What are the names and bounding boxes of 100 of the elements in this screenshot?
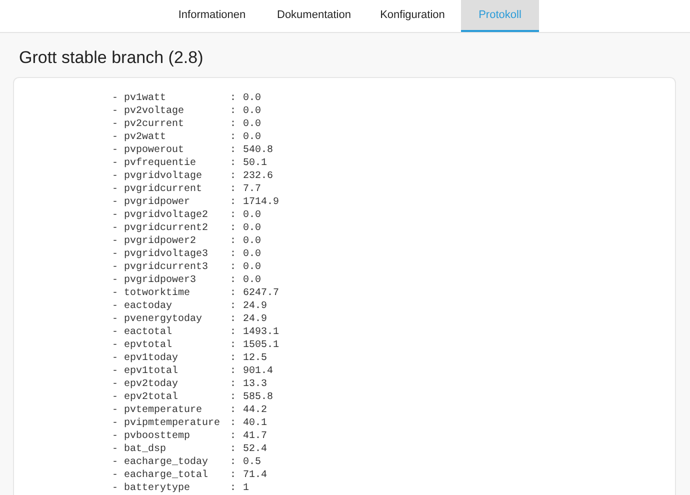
log-separator: : [230,379,238,392]
log-key: pvgridvoltage2 [124,210,230,223]
log-separator: : [230,340,238,353]
list-bullet: - [112,444,120,457]
list-bullet: - [112,223,120,236]
log-separator: : [230,405,238,418]
list-bullet: - [112,405,120,418]
log-value: 0.0 [243,93,262,106]
log-separator: : [230,184,238,197]
log-key: eactotal [124,327,230,340]
log-value: 232.6 [243,171,274,184]
list-bullet: - [112,119,120,132]
log-value: 50.1 [243,158,268,171]
log-value: 0.0 [243,223,262,236]
list-bullet: - [112,93,120,106]
list-bullet: - [112,470,120,483]
log-key: epv1total [124,366,230,379]
log-key: eactoday [124,301,230,314]
log-value: 13.3 [243,379,268,392]
list-bullet: - [112,418,120,431]
list-bullet: - [112,171,120,184]
log-key: bat_dsp [124,444,230,457]
log-key: pv2watt [124,132,230,145]
log-separator: : [230,353,238,366]
nav-tab[interactable]: Informationen [162,0,262,32]
log-value: 0.0 [243,262,262,275]
nav-tab[interactable]: Dokumentation [264,0,364,32]
log-separator: : [230,249,238,262]
list-bullet: - [112,145,120,158]
list-bullet: - [112,197,120,210]
log-key: pvenergytoday [124,314,230,327]
log-separator: : [230,301,238,314]
log-key: pvgridcurrent3 [124,262,230,275]
list-bullet: - [112,379,120,392]
list-bullet: - [112,132,120,145]
list-bullet: - [112,366,120,379]
log-key: pvfrequentie [124,158,230,171]
log-key: totworktime [124,288,230,301]
log-key: pv2current [124,119,230,132]
list-bullet: - [112,106,120,119]
log-key: pvpowerout [124,145,230,158]
log-separator: : [230,275,238,288]
log-key: pvgridvoltage [124,171,230,184]
log-value: 1 [243,483,250,495]
page-title: Grott stable branch (2.8) [19,48,204,69]
log-value: 0.5 [243,457,262,470]
log-separator: : [230,457,238,470]
log-separator: : [230,444,238,457]
log-separator: : [230,171,238,184]
log-separator: : [230,470,238,483]
list-bullet: - [112,392,120,405]
list-bullet: - [112,249,120,262]
list-bullet: - [112,457,120,470]
log-value: 0.0 [243,236,262,249]
log-separator: : [230,483,238,495]
list-bullet: - [112,236,120,249]
log-value: 0.0 [243,106,262,119]
log-value: 41.7 [243,431,268,444]
log-value: 52.4 [243,444,268,457]
list-bullet: - [112,262,120,275]
log-key: pvgridpower [124,197,230,210]
log-separator: : [230,119,238,132]
log-separator: : [230,327,238,340]
log-separator: : [230,431,238,444]
log-separator: : [230,106,238,119]
log-key: pv1watt [124,93,230,106]
log-separator: : [230,197,238,210]
log-key: pvtemperature [124,405,230,418]
log-separator: : [230,418,238,431]
log-separator: : [230,236,238,249]
log-key: pvipmtemperature [124,418,230,431]
list-bullet: - [112,210,120,223]
log-value: 0.0 [243,210,262,223]
log-separator: : [230,366,238,379]
log-separator: : [230,145,238,158]
log-value: 12.5 [243,353,268,366]
log-value: 901.4 [243,366,274,379]
nav-tab[interactable]: Konfiguration [364,0,461,32]
log-separator: : [230,392,238,405]
log-key: pvboosttemp [124,431,230,444]
log-value: 71.4 [243,470,268,483]
log-key: epv2today [124,379,230,392]
log-key: epv2total [124,392,230,405]
list-bullet: - [112,340,120,353]
log-key: batterytype [124,483,230,495]
log-key: pvgridpower2 [124,236,230,249]
log-value: 0.0 [243,249,262,262]
log-key: epv1today [124,353,230,366]
log-key: epvtotal [124,340,230,353]
log-value: 40.1 [243,418,268,431]
log-separator: : [230,288,238,301]
list-bullet: - [112,483,120,495]
log-separator: : [230,93,238,106]
log-separator: : [230,158,238,171]
list-bullet: - [112,275,120,288]
log-key: eacharge_total [124,470,230,483]
list-bullet: - [112,158,120,171]
list-bullet: - [112,288,120,301]
log-value: 7.7 [243,184,262,197]
log-value: 1505.1 [243,340,280,353]
